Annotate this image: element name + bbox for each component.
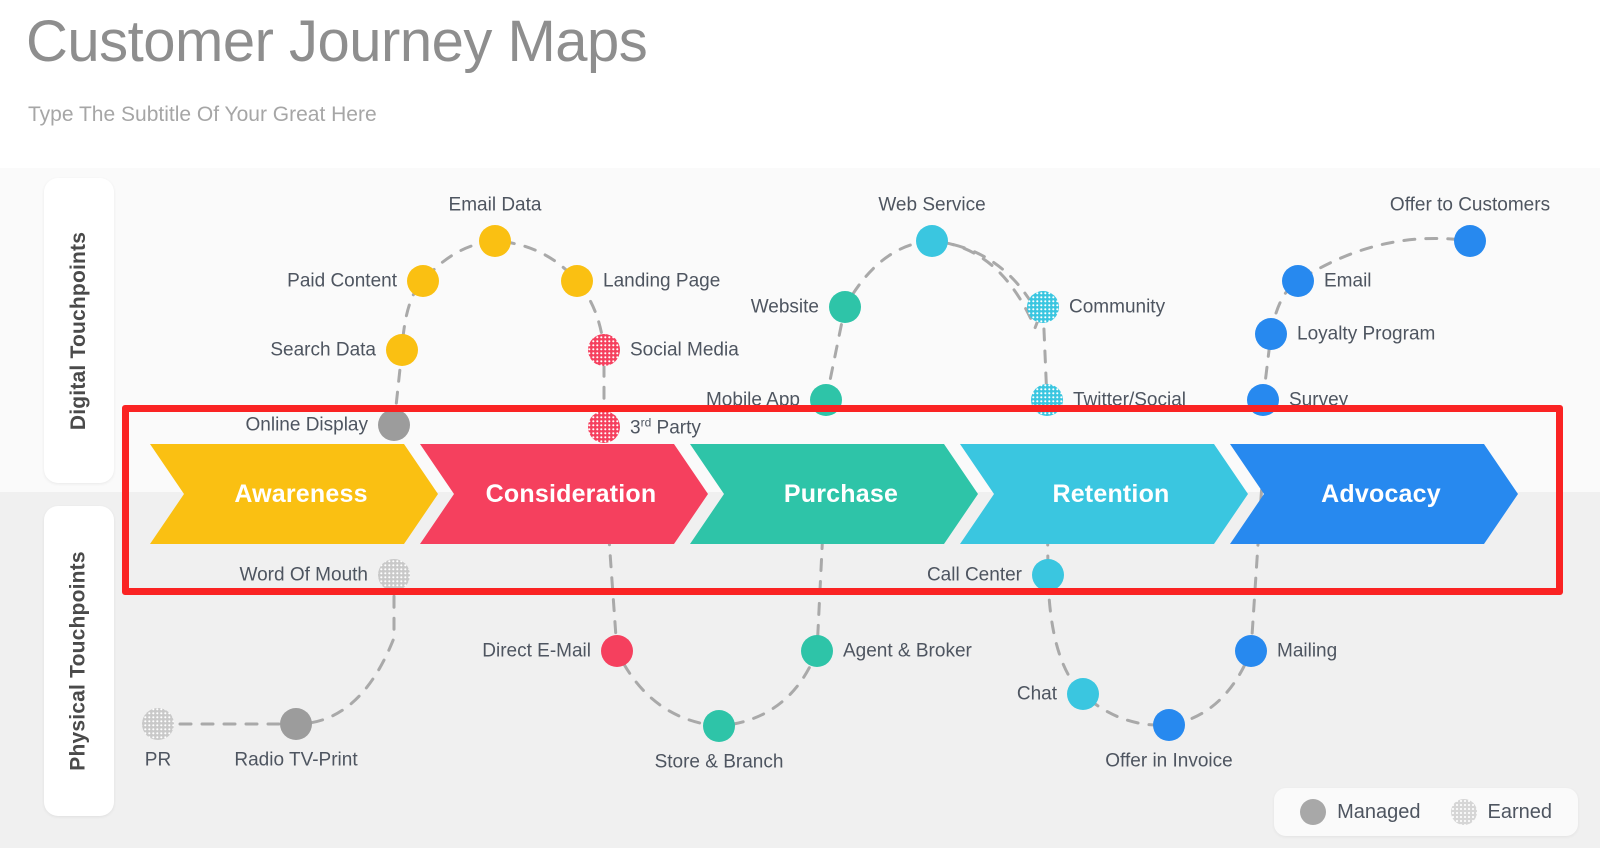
touchpoint-label: Social Media (630, 339, 739, 361)
touchpoint-label: Email (1324, 270, 1372, 292)
touchpoint-dot[interactable] (407, 265, 439, 297)
page-subtitle: Type The Subtitle Of Your Great Here (28, 103, 377, 126)
stage-purchase[interactable]: Purchase (690, 444, 978, 544)
legend-label-managed: Managed (1337, 800, 1421, 823)
touchpoint-dot[interactable] (1067, 678, 1099, 710)
touchpoint-dot[interactable] (1153, 709, 1185, 741)
touchpoint-dot[interactable] (1027, 291, 1059, 323)
touchpoint-label: Offer to Customers (1389, 194, 1551, 216)
touchpoint-dot[interactable] (386, 334, 418, 366)
touchpoint-dot[interactable] (801, 635, 833, 667)
touchpoint-label: Direct E-Mail (482, 640, 591, 662)
stage-label: Retention (1052, 479, 1170, 508)
touchpoint-label: Email Data (448, 194, 542, 216)
touchpoint-label: Community (1069, 296, 1166, 318)
touchpoint-label: Store & Branch (654, 751, 784, 773)
touchpoint-label: Offer in Invoice (1105, 750, 1233, 772)
earned-swatch-icon (1450, 799, 1477, 825)
touchpoint-dot[interactable] (280, 708, 312, 740)
legend: Managed Earned (1274, 788, 1578, 836)
touchpoint-label: Agent & Broker (843, 640, 972, 662)
touchpoint-dot[interactable] (1032, 559, 1064, 591)
touchpoint-dot[interactable] (1235, 635, 1267, 667)
touchpoint-dot[interactable] (378, 559, 410, 591)
touchpoint-dot[interactable] (561, 265, 593, 297)
touchpoint-dot[interactable] (588, 334, 620, 366)
stage-consideration[interactable]: Consideration (420, 444, 708, 544)
touchpoint-dot[interactable] (810, 384, 842, 416)
touchpoint-label: Website (750, 296, 819, 318)
touchpoint-dot[interactable] (829, 291, 861, 323)
touchpoint-label: Survey (1289, 389, 1349, 411)
touchpoint-label: 3rd Party (630, 415, 701, 439)
touchpoint-label: Word Of Mouth (239, 564, 368, 586)
touchpoint-label: Online Display (245, 414, 369, 436)
stage-awareness[interactable]: Awareness (150, 444, 438, 544)
touchpoint-dot[interactable] (1454, 225, 1486, 257)
touchpoint-dot[interactable] (1031, 384, 1063, 416)
touchpoint-label: Web Service (878, 194, 986, 216)
stage-label: Consideration (485, 479, 657, 508)
touchpoint-label: Twitter/Social (1073, 389, 1186, 411)
touchpoint-dot[interactable] (1282, 265, 1314, 297)
touchpoint-dot[interactable] (479, 225, 511, 257)
touchpoint-label: Landing Page (603, 270, 721, 292)
touchpoint-dot[interactable] (703, 710, 735, 742)
legend-label-earned: Earned (1487, 800, 1553, 823)
touchpoint-label: Radio TV-Print (234, 749, 358, 771)
stage-retention[interactable]: Retention (960, 444, 1248, 544)
touchpoint-label: Loyalty Program (1297, 323, 1436, 345)
touchpoint-label: Mailing (1277, 640, 1338, 662)
stage-label: Purchase (783, 479, 899, 508)
stage-label: Awareness (234, 479, 368, 508)
touchpoint-label: Chat (1016, 683, 1057, 705)
touchpoint-dot[interactable] (378, 409, 410, 441)
touchpoint-dot[interactable] (142, 708, 174, 740)
legend-item-managed: Managed (1300, 799, 1421, 825)
touchpoint-dot[interactable] (916, 225, 948, 257)
stage-advocacy[interactable]: Advocacy (1230, 444, 1518, 544)
touchpoint-label: Paid Content (287, 270, 397, 292)
stage-label: Advocacy (1321, 479, 1441, 508)
touchpoint-label: Call Center (926, 564, 1022, 586)
managed-swatch-icon (1300, 799, 1327, 825)
journey-diagram: Digital Touchpoints Physical Touchpoints (0, 168, 1600, 848)
stage-arrow-row: Awareness Consideration Purchase Retention A… (0, 444, 1600, 544)
touchpoint-dot[interactable] (1255, 318, 1287, 350)
touchpoint-label: Search Data (270, 339, 376, 361)
legend-item-earned: Earned (1450, 799, 1553, 825)
touchpoint-dot[interactable] (1247, 384, 1279, 416)
touchpoint-label: Mobile App (705, 389, 800, 411)
touchpoint-dot[interactable] (588, 411, 620, 443)
touchpoint-dot[interactable] (601, 635, 633, 667)
page-title: Customer Journey Maps (26, 9, 648, 74)
touchpoint-label: PR (144, 749, 172, 771)
